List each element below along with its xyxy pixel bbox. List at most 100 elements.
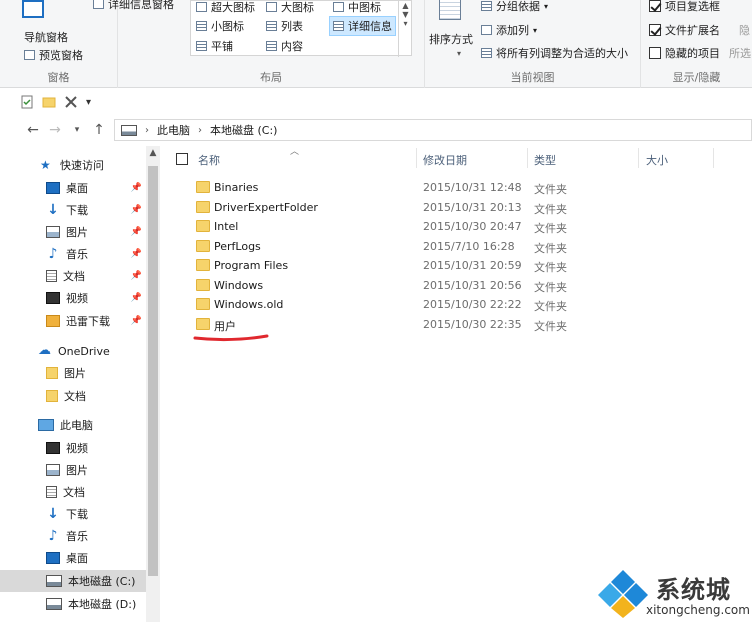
nav-item-documents[interactable]: 文档 📌 [0, 265, 146, 287]
layout-small-icons[interactable]: 小图标 [196, 18, 244, 34]
nav-pc-music[interactable]: ♪ 音乐 [0, 525, 146, 547]
hidden-items-toggle[interactable]: 隐藏的项目 [649, 45, 720, 61]
nav-onedrive[interactable]: ☁ OneDrive [0, 340, 146, 362]
group-by-button[interactable]: 分组依据 ▾ [481, 0, 548, 14]
nav-pc-videos[interactable]: 视频 [0, 437, 146, 459]
properties-icon[interactable] [20, 95, 34, 109]
column-date-modified[interactable]: 修改日期 [423, 152, 467, 168]
add-column-icon [481, 25, 492, 35]
column-divider[interactable] [527, 148, 528, 168]
nav-item-downloads[interactable]: ↓ 下载 📌 [0, 199, 146, 221]
add-column-button[interactable]: 添加列 ▾ [481, 22, 537, 38]
pin-icon[interactable]: 📌 [131, 293, 142, 303]
layout-extra-large-icons[interactable]: 超大图标 [196, 0, 255, 15]
address-bar[interactable]: › 此电脑 › 本地磁盘 (C:) [114, 119, 752, 141]
back-arrow-icon[interactable]: ← [22, 122, 44, 138]
column-divider[interactable] [416, 148, 417, 168]
file-row[interactable]: Binaries 2015/10/31 12:48 文件夹 [160, 178, 752, 197]
nav-pane-label[interactable]: 导航窗格 [24, 29, 68, 45]
music-note-icon: ♪ [48, 528, 58, 544]
file-row[interactable]: Program Files 2015/10/31 20:59 文件夹 [160, 256, 752, 275]
nav-label: 桌面 [66, 552, 88, 565]
quick-access-toolbar: ▾ [0, 89, 752, 115]
sort-by-button[interactable]: 排序方式 [429, 31, 473, 47]
hidden-items-checkbox[interactable] [649, 47, 661, 59]
nav-this-pc[interactable]: 此电脑 [0, 414, 146, 436]
nav-item-pictures[interactable]: 图片 📌 [0, 221, 146, 243]
file-row[interactable]: Windows 2015/10/31 20:56 文件夹 [160, 276, 752, 295]
new-folder-icon[interactable] [42, 95, 56, 109]
medium-icons-icon [333, 2, 344, 12]
file-date: 2015/10/31 20:13 [423, 201, 522, 214]
large-icons-icon [266, 2, 277, 12]
nav-label: 音乐 [66, 530, 88, 543]
file-type: 文件夹 [534, 242, 567, 255]
layout-content[interactable]: 内容 [266, 38, 303, 54]
nav-pc-pictures[interactable]: 图片 [0, 459, 146, 481]
file-row[interactable]: Windows.old 2015/10/30 22:22 文件夹 [160, 295, 752, 314]
layout-gallery-scroll[interactable]: ▲ ▼ ▾ [398, 1, 412, 57]
file-extensions-checkbox[interactable] [649, 24, 661, 36]
column-name[interactable]: 名称 [198, 152, 220, 168]
music-note-icon: ♪ [48, 246, 58, 262]
column-divider[interactable] [638, 148, 639, 168]
layout-tiles[interactable]: 平铺 [196, 38, 233, 54]
nav-pane-button[interactable] [22, 0, 44, 18]
nav-pc-desktop[interactable]: 桌面 [0, 547, 146, 569]
nav-label: 文档 [63, 270, 85, 283]
nav-onedrive-documents[interactable]: 文档 [0, 385, 146, 407]
nav-item-desktop[interactable]: 桌面 📌 [0, 177, 146, 199]
nav-item-videos[interactable]: 视频 📌 [0, 287, 146, 309]
column-type[interactable]: 类型 [534, 152, 556, 168]
nav-pc-documents[interactable]: 文档 [0, 481, 146, 503]
group-label-show-hide: 显示/隐藏 [672, 71, 721, 84]
file-row[interactable]: Intel 2015/10/30 20:47 文件夹 [160, 217, 752, 236]
layout-label: 超大图标 [211, 1, 255, 14]
chevron-down-icon: ▾ [544, 1, 549, 11]
scroll-up-icon[interactable]: ▲ [146, 148, 160, 158]
layout-details[interactable]: 详细信息 [329, 16, 396, 36]
forward-arrow-icon[interactable]: → [44, 122, 66, 138]
recent-locations-chevron-icon[interactable]: ▾ [66, 125, 88, 135]
pin-icon[interactable]: 📌 [131, 183, 142, 193]
qat-dropdown-icon[interactable]: ▾ [86, 97, 91, 108]
hide-selected-button[interactable]: 所选 [729, 45, 751, 61]
up-arrow-icon[interactable]: ↑ [88, 122, 110, 138]
pictures-icon [46, 226, 60, 238]
pin-icon[interactable]: 📌 [131, 271, 142, 281]
nav-pc-downloads[interactable]: ↓ 下载 [0, 503, 146, 525]
computer-icon [38, 419, 54, 431]
nav-quick-access[interactable]: ★ 快速访问 [0, 154, 146, 176]
item-checkboxes-toggle[interactable]: 项目复选框 [649, 0, 720, 14]
item-checkboxes-checkbox[interactable] [649, 0, 661, 12]
pin-icon[interactable]: 📌 [131, 249, 142, 259]
pin-icon[interactable]: 📌 [131, 316, 142, 326]
nav-item-music[interactable]: ♪ 音乐 📌 [0, 243, 146, 265]
pin-icon[interactable]: 📌 [131, 227, 142, 237]
nav-item-thunder-downloads[interactable]: 迅雷下载 📌 [0, 310, 146, 332]
sort-by-button-icon-wrap[interactable] [439, 0, 461, 20]
layout-list[interactable]: 列表 [266, 18, 303, 34]
column-size[interactable]: 大小 [646, 152, 668, 168]
nav-onedrive-pictures[interactable]: 图片 [0, 362, 146, 384]
layout-medium-icons[interactable]: 中图标 [333, 0, 381, 15]
tiles-icon [196, 41, 207, 51]
layout-large-icons[interactable]: 大图标 [266, 0, 314, 15]
fit-columns-button[interactable]: 将所有列调整为合适的大小 [481, 45, 628, 61]
breadcrumb-local-disk-c[interactable]: 本地磁盘 (C:) [210, 122, 277, 138]
nav-pc-local-disk-d[interactable]: 本地磁盘 (D:) [0, 593, 146, 615]
select-all-checkbox[interactable] [176, 153, 188, 165]
folder-icon [46, 367, 58, 379]
nav-scrollbar-thumb[interactable] [148, 166, 158, 576]
delete-icon[interactable] [64, 95, 78, 109]
column-divider[interactable] [713, 148, 714, 168]
document-icon [46, 486, 57, 498]
file-extensions-toggle[interactable]: 文件扩展名 [649, 22, 720, 38]
file-row[interactable]: PerfLogs 2015/7/10 16:28 文件夹 [160, 237, 752, 256]
pin-icon[interactable]: 📌 [131, 205, 142, 215]
nav-pc-local-disk-c[interactable]: 本地磁盘 (C:) [0, 570, 146, 592]
file-row[interactable]: DriverExpertFolder 2015/10/31 20:13 文件夹 [160, 198, 752, 217]
preview-pane-button[interactable]: 预览窗格 [24, 47, 83, 63]
breadcrumb-this-pc[interactable]: 此电脑 [157, 122, 190, 138]
nav-scrollbar[interactable]: ▲ [146, 146, 160, 622]
